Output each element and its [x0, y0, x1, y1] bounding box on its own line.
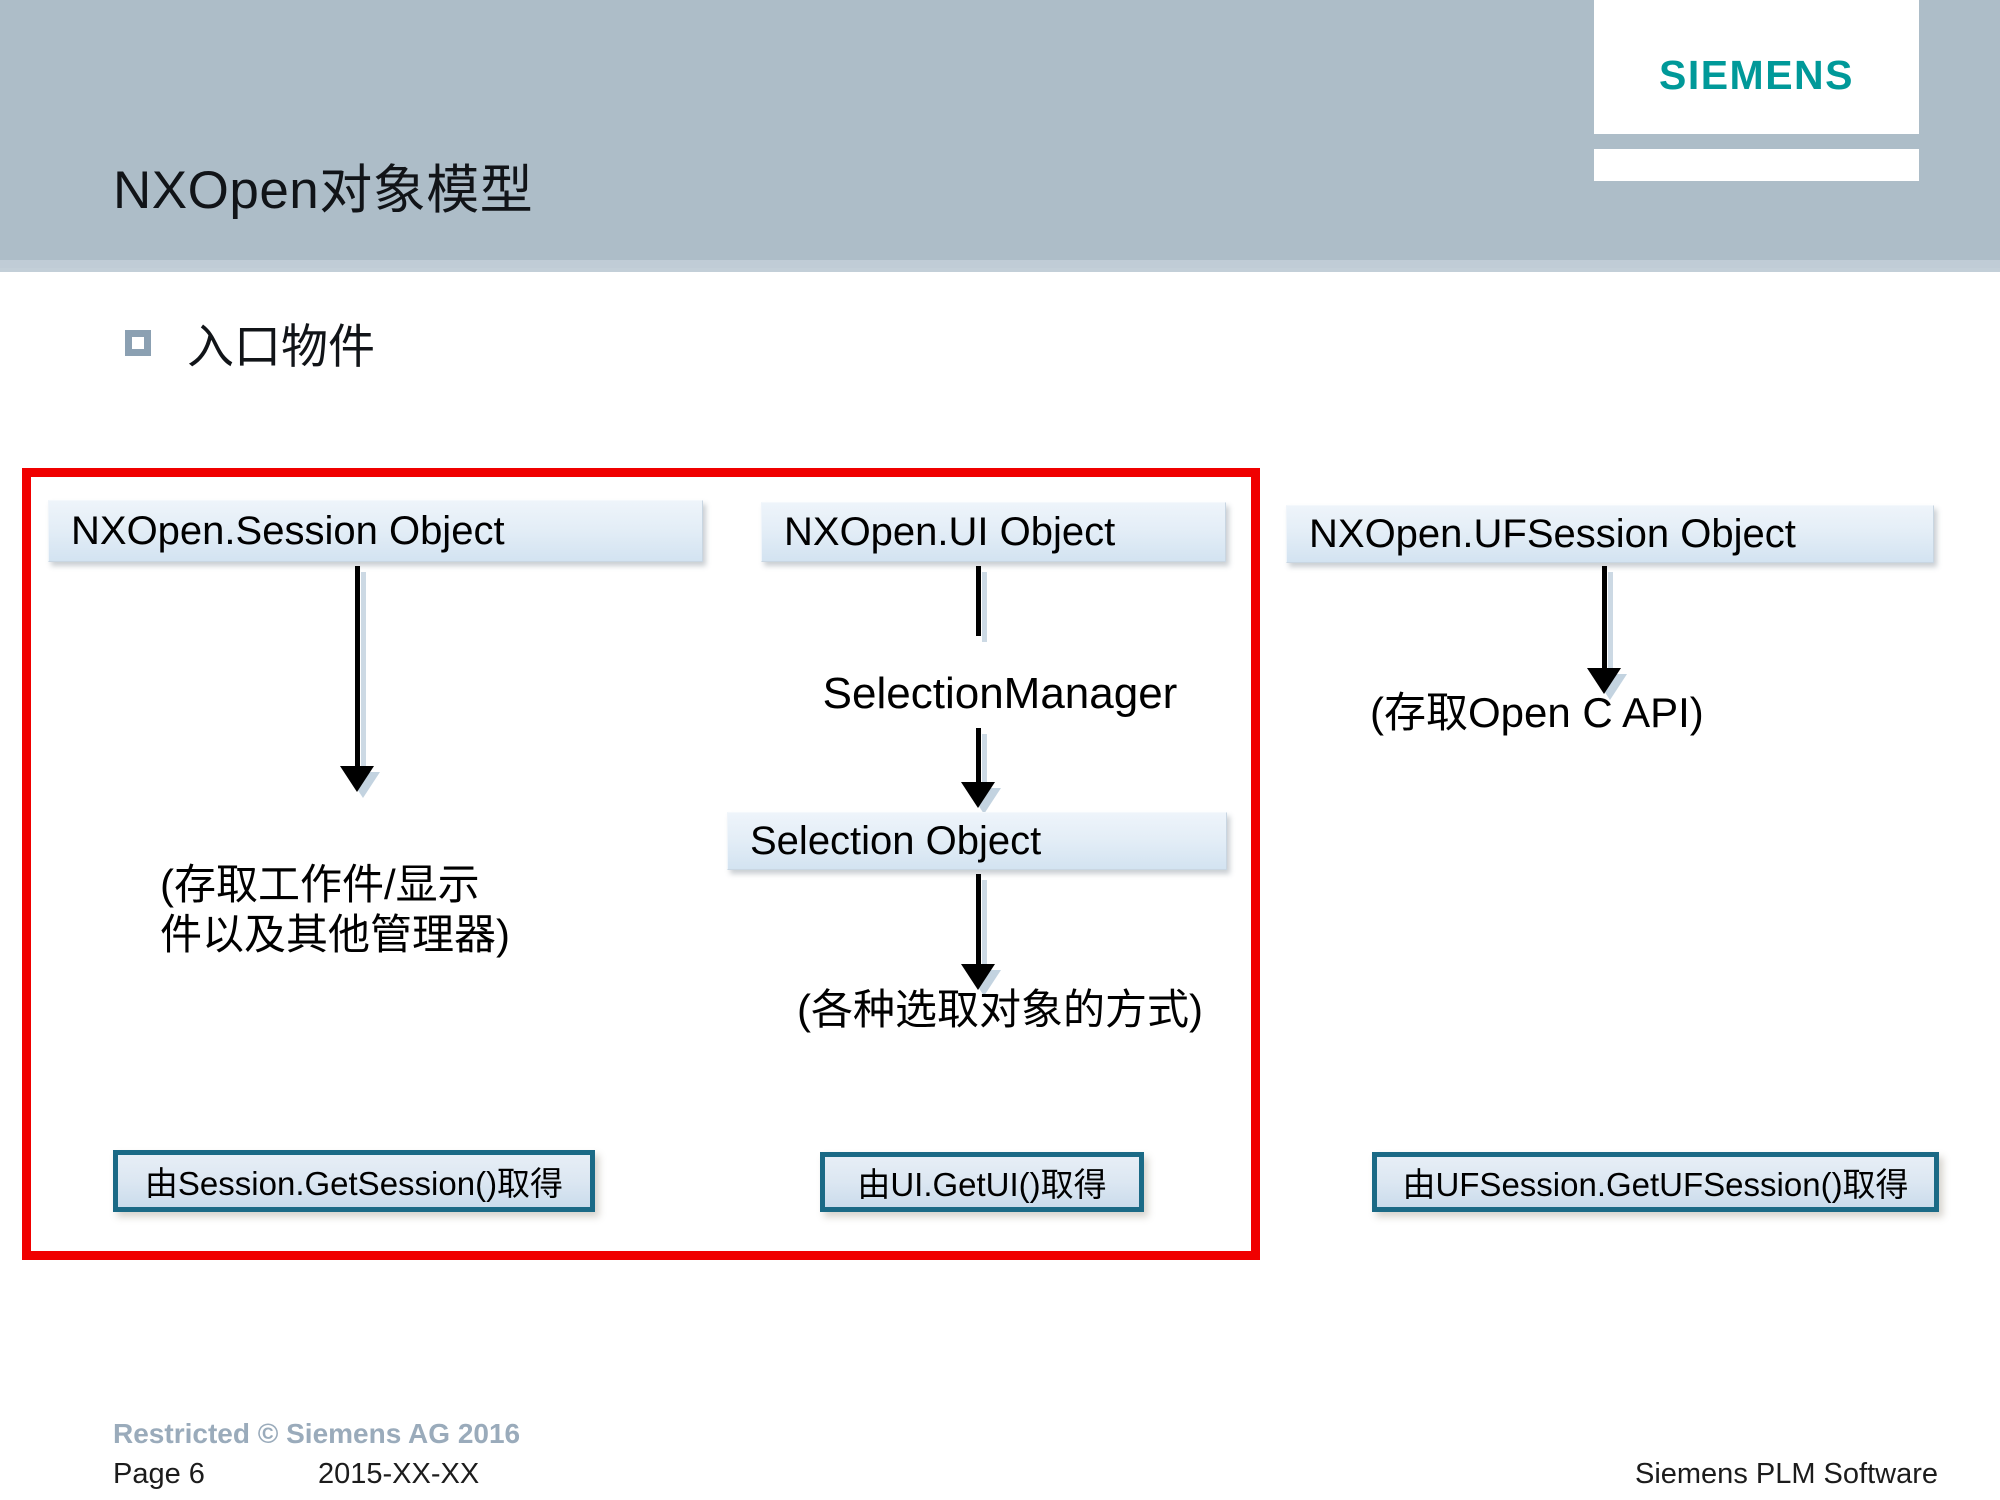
- header-sheen: [0, 260, 2000, 268]
- node-ui-object-label: NXOpen.UI Object: [784, 509, 1116, 554]
- label-selection-manager: SelectionManager: [822, 669, 1178, 718]
- node-ufsession-object-label: NXOpen.UFSession Object: [1309, 511, 1796, 556]
- annotation-selection-methods: (各种选取对象的方式): [797, 986, 1203, 1033]
- footer-brand: Siemens PLM Software: [1634, 1458, 1938, 1490]
- getter-session-label: 由Session.GetSession()取得: [144, 1165, 564, 1202]
- getter-ufsession[interactable]: 由UFSession.GetUFSession()取得: [1372, 1152, 1939, 1212]
- bullet-item-label: 入口物件: [187, 320, 375, 373]
- getter-ui-label: 由UI.GetUI()取得: [857, 1166, 1107, 1203]
- arrow-session-to-annotation: [340, 566, 395, 798]
- node-selection-object[interactable]: Selection Object: [727, 812, 1227, 870]
- getter-ui[interactable]: 由UI.GetUI()取得: [820, 1152, 1144, 1212]
- node-session-object-label: NXOpen.Session Object: [71, 508, 505, 553]
- page-title: NXOpen对象模型: [113, 161, 534, 220]
- slide-canvas: NXOpen对象模型 SIEMENS 入口物件 NXOpen.Session O…: [0, 0, 2000, 1500]
- annotation-open-c-api: (存取Open C API): [1370, 689, 1704, 736]
- node-session-object[interactable]: NXOpen.Session Object: [48, 500, 703, 562]
- arrow-selection-object-to-annotation: [961, 874, 1016, 996]
- siemens-logo: SIEMENS: [1594, 0, 1919, 134]
- footer-page-number: Page 6: [113, 1458, 205, 1490]
- bullet-item-entry-objects: 入口物件: [125, 308, 375, 377]
- siemens-logo-underbar: [1594, 149, 1919, 181]
- square-bullet-icon: [125, 329, 151, 356]
- getter-session[interactable]: 由Session.GetSession()取得: [113, 1150, 595, 1212]
- node-ufsession-object[interactable]: NXOpen.UFSession Object: [1286, 505, 1934, 563]
- annotation-session-access: (存取工作件/显示 件以及其他管理器): [160, 861, 510, 958]
- node-selection-object-label: Selection Object: [750, 818, 1042, 863]
- footer-date: 2015-XX-XX: [318, 1458, 480, 1490]
- arrow-ufsession-to-annotation: [1587, 566, 1642, 700]
- arrow-ui-to-selectionmanager: [976, 566, 1016, 642]
- arrow-selectionmanager-to-selection-object: [961, 728, 1016, 814]
- siemens-logo-text: SIEMENS: [1658, 52, 1855, 98]
- getter-ufsession-label: 由UFSession.GetUFSession()取得: [1402, 1166, 1909, 1203]
- footer-restricted-notice: Restricted © Siemens AG 2016: [113, 1418, 521, 1449]
- node-ui-object[interactable]: NXOpen.UI Object: [761, 502, 1226, 562]
